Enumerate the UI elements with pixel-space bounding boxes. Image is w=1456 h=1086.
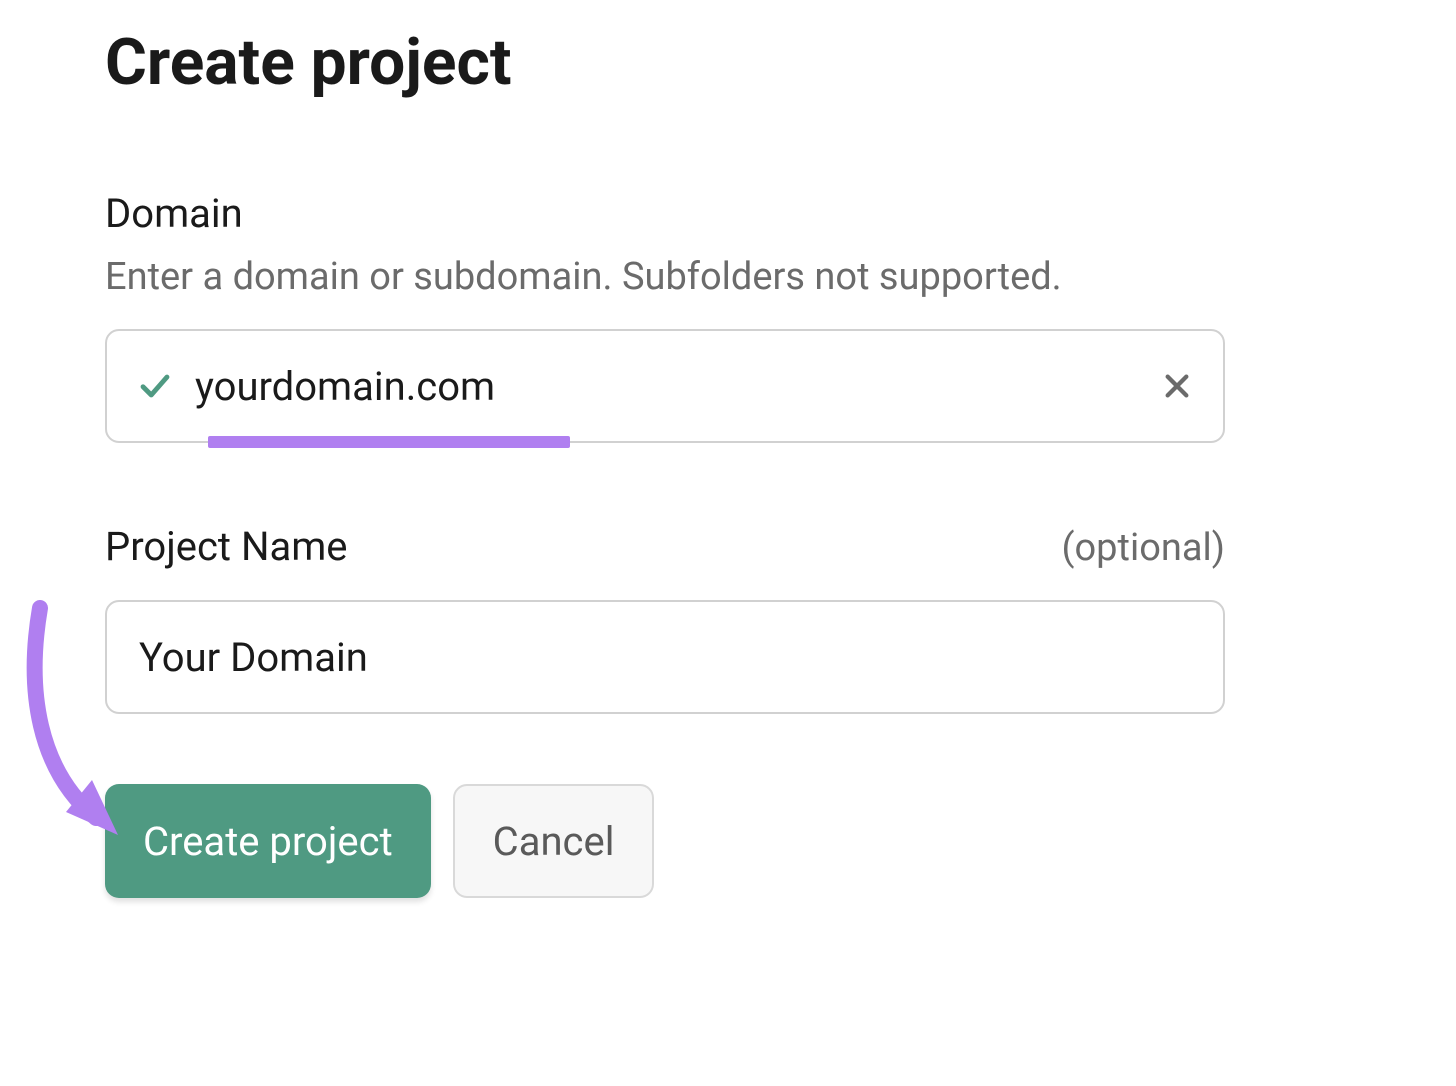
cancel-button[interactable]: Cancel [453,784,655,898]
clear-icon[interactable] [1161,370,1193,402]
domain-input-value: yourdomain.com [195,363,1161,410]
project-name-label: Project Name [105,523,348,570]
annotation-underline [208,436,570,448]
page-title: Create project [105,25,1351,100]
button-row: Create project Cancel [105,784,1351,898]
domain-field: Domain Enter a domain or subdomain. Subf… [105,190,1351,443]
domain-input[interactable]: yourdomain.com [105,329,1225,443]
create-project-button[interactable]: Create project [105,784,431,898]
domain-helper-text: Enter a domain or subdomain. Subfolders … [105,255,1351,299]
check-icon [137,368,173,404]
project-name-field: Project Name (optional) [105,523,1351,784]
optional-label: (optional) [1062,526,1226,570]
project-name-input[interactable] [105,600,1225,714]
domain-label: Domain [105,190,1351,237]
